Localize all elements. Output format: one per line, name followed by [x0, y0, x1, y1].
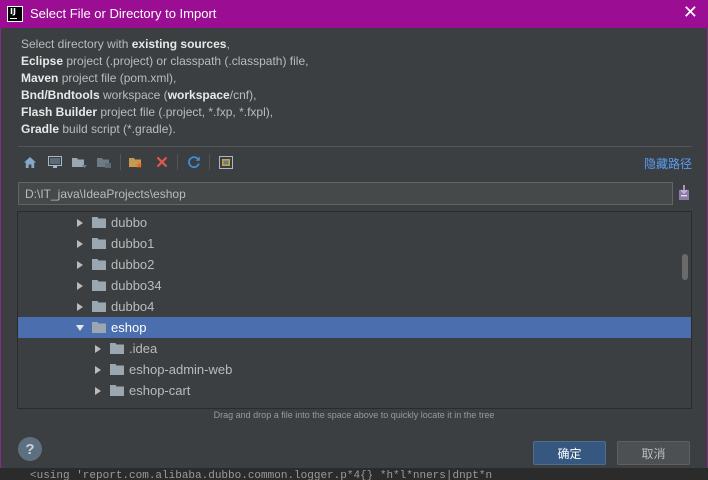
app-icon-text: IJ [10, 7, 16, 16]
tree-scrollbar[interactable] [682, 254, 688, 280]
path-field-container [18, 182, 673, 205]
folder-icon [92, 280, 106, 291]
home-icon[interactable] [20, 153, 39, 171]
window-title: Select File or Directory to Import [30, 6, 217, 21]
show-hidden-icon[interactable] [216, 153, 235, 171]
close-button[interactable]: ✕ [683, 3, 698, 23]
drag-drop-hint: Drag and drop a file into the space abov… [213, 410, 495, 420]
collapsed-arrow-icon[interactable] [75, 218, 85, 228]
collapsed-arrow-icon[interactable] [75, 260, 85, 270]
separator [18, 146, 692, 147]
tree-row[interactable]: eshop [18, 317, 691, 338]
import-description: Select directory with existing sources, … [21, 37, 309, 136]
tree-row[interactable]: dubbo2 [18, 254, 691, 275]
hide-path-link[interactable]: 隐藏路径 [644, 155, 692, 172]
folder-icon [92, 301, 106, 312]
project-folder-icon[interactable] [70, 153, 89, 171]
folder-icon [92, 259, 106, 270]
collapsed-arrow-icon[interactable] [75, 281, 85, 291]
directory-tree[interactable]: dubbo dubbo1 dubbo2 dubbo34 dubbo4 eshop .idea… [17, 211, 692, 409]
collapsed-arrow-icon[interactable] [75, 239, 85, 249]
folder-icon [110, 343, 124, 354]
intellij-icon: IJ [7, 6, 23, 22]
refresh-icon[interactable] [184, 153, 203, 171]
folder-icon [92, 217, 106, 228]
new-folder-icon[interactable] [127, 153, 146, 171]
folder-icon [110, 385, 124, 396]
toolbar-separator [209, 154, 210, 170]
browse-path-icon[interactable] [678, 185, 690, 201]
tree-row[interactable]: dubbo [18, 212, 691, 233]
cancel-button[interactable]: 取消 [617, 441, 690, 465]
folder-icon [92, 238, 106, 249]
desktop-icon[interactable] [45, 153, 64, 171]
help-button[interactable]: ? [18, 437, 42, 461]
ok-button[interactable]: 确定 [533, 441, 606, 465]
tree-row-label: dubbo1 [111, 236, 155, 251]
tree-row[interactable]: eshop-admin-web [18, 359, 691, 380]
expanded-arrow-icon[interactable] [75, 323, 85, 333]
tree-row[interactable]: eshop-cart [18, 380, 691, 401]
tree-row-label: dubbo [111, 215, 148, 230]
tree-row[interactable]: dubbo34 [18, 275, 691, 296]
tree-row[interactable]: dubbo4 [18, 296, 691, 317]
tree-row-partial [18, 401, 691, 408]
collapsed-arrow-icon[interactable] [93, 365, 103, 375]
module-folder-icon[interactable] [95, 153, 114, 171]
path-field[interactable] [19, 183, 672, 204]
tree-row[interactable]: .idea [18, 338, 691, 359]
folder-icon [110, 364, 124, 375]
tree-row[interactable]: dubbo1 [18, 233, 691, 254]
collapsed-arrow-icon[interactable] [93, 344, 103, 354]
collapsed-arrow-icon[interactable] [75, 302, 85, 312]
toolbar-separator [177, 154, 178, 170]
tree-row-label: dubbo34 [111, 278, 162, 293]
tree-row-label: .idea [129, 341, 158, 356]
toolbar-separator [120, 154, 121, 170]
tree-row-label: eshop-admin-web [129, 362, 233, 377]
background-editor-text: <using 'report.com.alibaba.dubbo.common.… [0, 468, 708, 480]
tree-row-label: eshop [111, 320, 147, 335]
title-bar: IJ Select File or Directory to Import ✕ [0, 0, 708, 28]
delete-icon[interactable] [152, 153, 171, 171]
folder-icon [92, 322, 106, 333]
collapsed-arrow-icon[interactable] [93, 386, 103, 396]
tree-row-label: eshop-cart [129, 383, 191, 398]
tree-row-label: dubbo2 [111, 257, 155, 272]
tree-row-label: dubbo4 [111, 299, 155, 314]
file-chooser-toolbar [20, 152, 241, 172]
